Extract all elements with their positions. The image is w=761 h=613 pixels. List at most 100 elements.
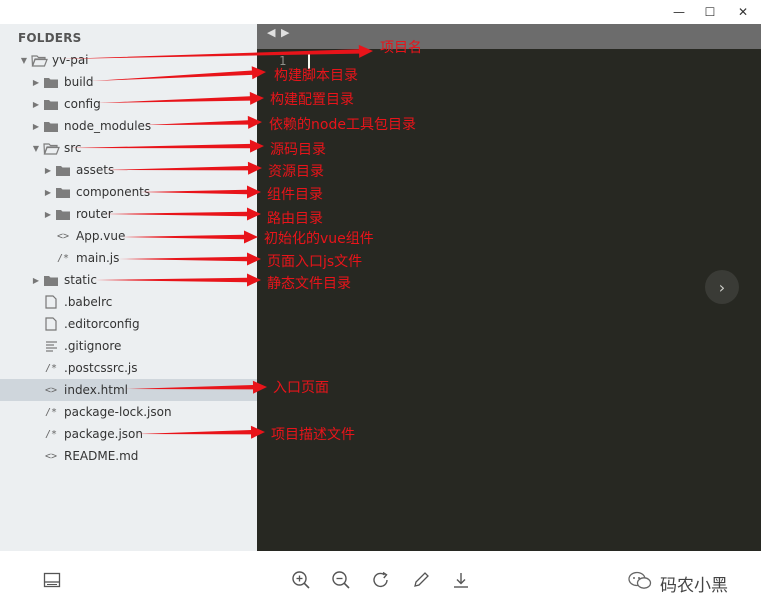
annotation-label: 组件目录 [267,187,323,203]
tree-item-label: package-lock.json [64,405,172,419]
tree-item-main-js[interactable]: /* main.js [0,247,257,269]
nav-back-icon[interactable]: ◀ [267,26,275,39]
annotation-label: 初始化的vue组件 [264,231,374,247]
nav-forward-icon[interactable]: ▶ [281,26,289,39]
file-icon [42,313,60,335]
tree-item-label: router [76,207,113,221]
tree-item-label: config [64,97,101,111]
folder-icon [42,115,60,137]
folder-icon [42,71,60,93]
zoom-in-icon[interactable] [289,568,313,592]
tree-item-gitignore[interactable]: .gitignore [0,335,257,357]
chevron-down-icon[interactable]: ▼ [18,49,30,71]
watermark-text: 码农小黑 [660,576,728,596]
tree-item-editorconfig[interactable]: .editorconfig [0,313,257,335]
tree-item-src[interactable]: ▼ src [0,137,257,159]
tree-item-node-modules[interactable]: ▶ node_modules [0,115,257,137]
tree-item-build[interactable]: ▶ build [0,71,257,93]
annotation-label: 项目名 [380,40,422,56]
folder-icon [42,269,60,291]
annotation-label: 项目描述文件 [271,427,355,443]
tree-item-label: App.vue [76,229,126,243]
chevron-right-icon[interactable]: ▶ [30,269,42,291]
folder-icon [54,181,72,203]
layout-icon[interactable] [40,568,64,592]
annotation-label: 源码目录 [270,142,326,158]
tree-item-label: main.js [76,251,120,265]
tree-item-config[interactable]: ▶ config [0,93,257,115]
maximize-button[interactable]: ☐ [695,0,725,24]
folder-open-icon [30,49,48,71]
chevron-right-icon[interactable]: ▶ [30,93,42,115]
tree-item-label: yv-pai [52,53,89,67]
chevron-right-icon: › [718,277,726,297]
tree-item-label: index.html [64,383,128,397]
chevron-right-icon[interactable]: ▶ [30,71,42,93]
viewer-toolbar: 码农小黑 [0,551,761,613]
tree-item-yv-pai[interactable]: ▼ yv-pai [0,49,257,71]
tree-item-app-vue[interactable]: <> App.vue [0,225,257,247]
text-file-icon [42,335,60,357]
folder-open-icon [42,137,60,159]
tree-item-label: README.md [64,449,139,463]
rotate-icon[interactable] [369,568,393,592]
folder-icon [42,93,60,115]
tree-item-babelrc[interactable]: .babelrc [0,291,257,313]
tree-item-package-json[interactable]: /* package.json [0,423,257,445]
tree-item-label: components [76,185,151,199]
file-icon [42,291,60,313]
annotation-label: 依赖的node工具包目录 [269,117,416,133]
tree-item-components[interactable]: ▶ components [0,181,257,203]
tree-item-label: package.json [64,427,144,441]
minimize-button[interactable]: — [664,0,694,24]
wechat-icon [628,571,652,596]
download-icon[interactable] [449,568,473,592]
annotation-label: 构建配置目录 [270,92,354,108]
chevron-right-icon[interactable]: ▶ [42,203,54,225]
next-button[interactable]: › [705,270,739,304]
edit-icon[interactable] [409,568,433,592]
annotation-label: 构建脚本目录 [274,68,358,84]
tree-item-label: .editorconfig [64,317,140,331]
tree-item-assets[interactable]: ▶ assets [0,159,257,181]
tree-item-label: src [64,141,82,155]
script-file-icon: /* [44,406,58,418]
folder-icon [54,159,72,181]
zoom-out-icon[interactable] [329,568,353,592]
tree-item-label: .postcssrc.js [64,361,138,375]
annotation-label: 路由目录 [267,211,323,227]
tree-item-label: node_modules [64,119,152,133]
markup-file-icon: <> [44,450,58,462]
annotation-label: 入口页面 [273,380,329,396]
tree-item-postcssrc-js[interactable]: /* .postcssrc.js [0,357,257,379]
window-titlebar: — ☐ ✕ [0,0,761,24]
markup-file-icon: <> [44,384,58,396]
folder-icon [54,203,72,225]
annotation-label: 资源目录 [268,164,324,180]
close-button[interactable]: ✕ [728,0,758,24]
chevron-down-icon[interactable]: ▼ [30,137,42,159]
tree-item-readme-md[interactable]: <> README.md [0,445,257,467]
watermark: 码农小黑 [628,571,728,596]
annotation-label: 页面入口js文件 [267,254,363,270]
tree-item-index-html[interactable]: <> index.html [0,379,257,401]
chevron-right-icon[interactable]: ▶ [42,159,54,181]
script-file-icon: /* [56,252,70,264]
tree-item-package-lock-json[interactable]: /* package-lock.json [0,401,257,423]
chevron-right-icon[interactable]: ▶ [42,181,54,203]
tree-item-router[interactable]: ▶ router [0,203,257,225]
chevron-right-icon[interactable]: ▶ [30,115,42,137]
tree-item-static[interactable]: ▶ static [0,269,257,291]
annotation-label: 静态文件目录 [267,276,351,292]
tree-item-label: assets [76,163,115,177]
tree-item-label: .babelrc [64,295,113,309]
script-file-icon: /* [44,362,58,374]
folder-sidebar: FOLDERS ▼ yv-pai ▶ build ▶ config ▶ node_module… [0,24,257,551]
tree-item-label: .gitignore [64,339,122,353]
script-file-icon: /* [44,428,58,440]
tree-item-label: build [64,75,94,89]
sidebar-title: FOLDERS [18,31,82,45]
tree-item-label: static [64,273,97,287]
markup-file-icon: <> [56,230,70,242]
editor-tabbar: ◀ ▶ [257,24,761,49]
